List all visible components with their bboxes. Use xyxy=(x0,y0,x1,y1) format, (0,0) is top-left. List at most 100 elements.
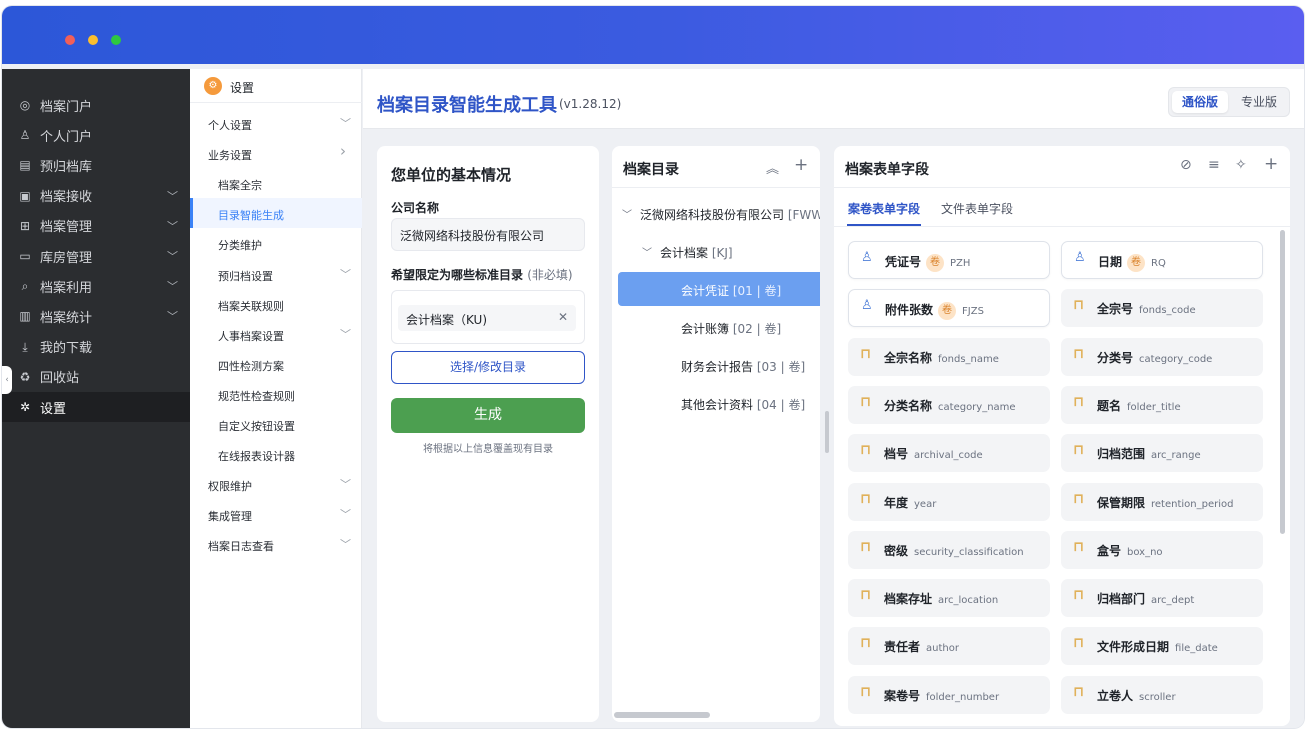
field-chip[interactable]: ⊓ 案卷号 folder_number xyxy=(848,675,1050,714)
subnav-item-9[interactable]: 规范性检查规则 xyxy=(190,379,362,409)
tree-expand-icon[interactable]: ﹀ xyxy=(622,206,632,221)
field-chip[interactable]: ⊓ 档案存址 arc_location xyxy=(848,579,1050,618)
field-code: folder_title xyxy=(1127,401,1181,413)
grid-icon: ⊞ xyxy=(19,218,31,233)
limit-optional-note: (非必填) xyxy=(527,268,573,282)
minimize-window-button[interactable] xyxy=(88,35,98,45)
title-bar xyxy=(2,6,1304,64)
tree-node-name: 会计账簿 xyxy=(681,322,730,336)
tab-file-fields[interactable]: 文件表单字段 xyxy=(941,200,1013,217)
subnav-item-0[interactable]: 个人设置 ﹀ xyxy=(190,108,362,138)
field-name: 密级 security_classification xyxy=(884,542,1024,559)
subnav-item-3[interactable]: 目录智能生成 xyxy=(190,198,362,229)
tab-volume-fields[interactable]: 案卷表单字段 xyxy=(848,200,920,217)
nav-item-8[interactable]: ⤓ 我的下载 xyxy=(2,332,190,362)
nav-item-0[interactable]: ◎ 档案门户 xyxy=(2,90,190,120)
tree-node-name: 泛微网络科技股份有限公司 xyxy=(640,208,785,222)
field-chip[interactable]: ⊓ 盒号 box_no xyxy=(1061,530,1263,569)
mode-pro-button[interactable]: 专业版 xyxy=(1231,91,1287,113)
subnav-item-8[interactable]: 四性检测方案 xyxy=(190,349,362,379)
tree-node-1[interactable]: ﹀ 会计档案 [KJ] xyxy=(612,234,820,268)
field-name-text: 归档部门 xyxy=(1097,592,1146,607)
select-catalog-button[interactable]: 选择/修改目录 xyxy=(391,351,585,384)
catalog-horizontal-scrollbar[interactable] xyxy=(614,712,710,718)
field-chip[interactable]: ⊓ 保管期限 retention_period xyxy=(1061,482,1263,521)
field-chip[interactable]: ⊓ 分类名称 category_name xyxy=(848,385,1050,424)
subnav-item-label: 人事档案设置 xyxy=(218,329,284,343)
subnav-item-label: 四性检测方案 xyxy=(218,359,284,373)
catalog-panel: 档案目录 ︽ + ﹀ 泛微网络科技股份有限公司 [FWW ﹀ 会计档案 [KJ] 会计凭… xyxy=(612,146,820,722)
field-chip[interactable]: ⊓ 分类号 category_code xyxy=(1061,337,1263,376)
field-chip[interactable]: ♙ 日期卷 RQ xyxy=(1061,241,1263,279)
lock-icon: ⊓ xyxy=(1073,538,1085,555)
field-chip[interactable]: ⊓ 题名 folder_title xyxy=(1061,385,1263,424)
field-chip[interactable]: ⊓ 全宗号 fonds_code xyxy=(1061,289,1263,328)
collapse-all-icon[interactable]: ︽ xyxy=(766,158,779,177)
field-code: retention_period xyxy=(1151,498,1234,510)
basic-info-panel: 您单位的基本情况 公司名称 泛微网络科技股份有限公司 希望限定为哪些标准目录 (… xyxy=(377,146,599,722)
company-name-input[interactable]: 泛微网络科技股份有限公司 xyxy=(391,218,585,251)
panel-resize-handle[interactable] xyxy=(825,411,829,453)
subnav-item-12[interactable]: 权限维护 ﹀ xyxy=(190,469,362,499)
sparkle-icon[interactable]: ✧ xyxy=(1235,157,1247,173)
nav-item-3[interactable]: ▣ 档案接收 ﹀ xyxy=(2,181,190,211)
list-icon[interactable]: ≡ xyxy=(1208,157,1220,173)
hide-icon[interactable]: ⊘ xyxy=(1180,157,1192,173)
sidebar-collapse-handle[interactable]: ‹ xyxy=(2,366,12,394)
tree-node-0[interactable]: ﹀ 泛微网络科技股份有限公司 [FWW xyxy=(612,196,820,230)
mode-switch: 通俗版 专业版 xyxy=(1168,87,1290,117)
generate-button[interactable]: 生成 xyxy=(391,398,585,433)
field-name-text: 档号 xyxy=(884,447,909,462)
field-chip[interactable]: ⊓ 归档部门 arc_dept xyxy=(1061,579,1263,618)
field-code: PZH xyxy=(950,258,971,269)
field-chip[interactable]: ⊓ 档号 archival_code xyxy=(848,434,1050,473)
add-icon[interactable]: + xyxy=(1264,154,1278,174)
nav-item-6[interactable]: ⌕ 档案利用 ﹀ xyxy=(2,271,190,301)
nav-item-label: 档案统计 xyxy=(40,310,93,326)
subnav-item-10[interactable]: 自定义按钮设置 xyxy=(190,409,362,439)
field-code: RQ xyxy=(1151,258,1166,269)
field-chip[interactable]: ♙ 凭证号卷 PZH xyxy=(848,241,1050,279)
close-window-button[interactable] xyxy=(65,35,75,45)
subnav-item-14[interactable]: 档案日志查看 ﹀ xyxy=(190,529,362,559)
subnav-item-6[interactable]: 档案关联规则 xyxy=(190,289,362,319)
tree-expand-icon[interactable]: ﹀ xyxy=(642,244,652,259)
subnav-item-7[interactable]: 人事档案设置 ﹀ xyxy=(190,319,362,349)
tree-node-4[interactable]: 财务会计报告 [03 | 卷] xyxy=(612,348,820,382)
field-chip[interactable]: ⊓ 全宗名称 fonds_name xyxy=(848,337,1050,376)
subnav-item-1[interactable]: 业务设置 › xyxy=(190,138,362,168)
field-name: 归档部门 arc_dept xyxy=(1097,590,1194,607)
catalog-tag-box[interactable]: 会计档案（KU) ✕ xyxy=(391,290,585,344)
tree-node-5[interactable]: 其他会计资料 [04 | 卷] xyxy=(612,386,820,420)
nav-item-1[interactable]: ♙ 个人门户 xyxy=(2,120,190,150)
field-chip[interactable]: ⊓ 密级 security_classification xyxy=(848,530,1050,569)
field-chip[interactable]: ⊓ 年度 year xyxy=(848,482,1050,521)
lock-icon: ⊓ xyxy=(1073,297,1085,314)
subnav-item-11[interactable]: 在线报表设计器 xyxy=(190,439,362,469)
nav-item-4[interactable]: ⊞ 档案管理 ﹀ xyxy=(2,211,190,241)
tree-node-3[interactable]: 会计账簿 [02 | 卷] xyxy=(612,310,820,344)
add-catalog-icon[interactable]: + xyxy=(794,155,808,175)
nav-item-7[interactable]: ▥ 档案统计 ﹀ xyxy=(2,301,190,331)
field-chip[interactable]: ⊓ 立卷人 scroller xyxy=(1061,675,1263,714)
nav-item-10[interactable]: ✲ 设置 xyxy=(2,392,190,422)
field-chip[interactable]: ⊓ 文件形成日期 file_date xyxy=(1061,627,1263,666)
tag-close-icon[interactable]: ✕ xyxy=(558,310,568,324)
subnav-item-13[interactable]: 集成管理 ﹀ xyxy=(190,499,362,529)
subnav-item-5[interactable]: 预归档设置 ﹀ xyxy=(190,259,362,289)
chevron-down-icon: ﹀ xyxy=(340,267,351,281)
tree-node-2[interactable]: 会计凭证 [01 | 卷] xyxy=(618,272,820,306)
subnav-item-4[interactable]: 分类维护 xyxy=(190,228,362,258)
mode-common-button[interactable]: 通俗版 xyxy=(1172,91,1228,113)
field-chip[interactable]: ⊓ 归档范围 arc_range xyxy=(1061,434,1263,473)
fields-vertical-scrollbar[interactable] xyxy=(1280,230,1285,534)
nav-item-2[interactable]: ▤ 预归档库 xyxy=(2,150,190,180)
nav-item-9[interactable]: ♻ 回收站 xyxy=(2,362,190,392)
nav-item-5[interactable]: ▭ 库房管理 ﹀ xyxy=(2,241,190,271)
field-chip[interactable]: ⊓ 责任者 author xyxy=(848,627,1050,666)
subnav-item-2[interactable]: 档案全宗 xyxy=(190,168,362,198)
field-chip[interactable]: ♙ 附件张数卷 FJZS xyxy=(848,289,1050,328)
field-name: 分类名称 category_name xyxy=(884,397,1016,414)
maximize-window-button[interactable] xyxy=(111,35,121,45)
subnav-item-label: 业务设置 xyxy=(208,149,252,163)
